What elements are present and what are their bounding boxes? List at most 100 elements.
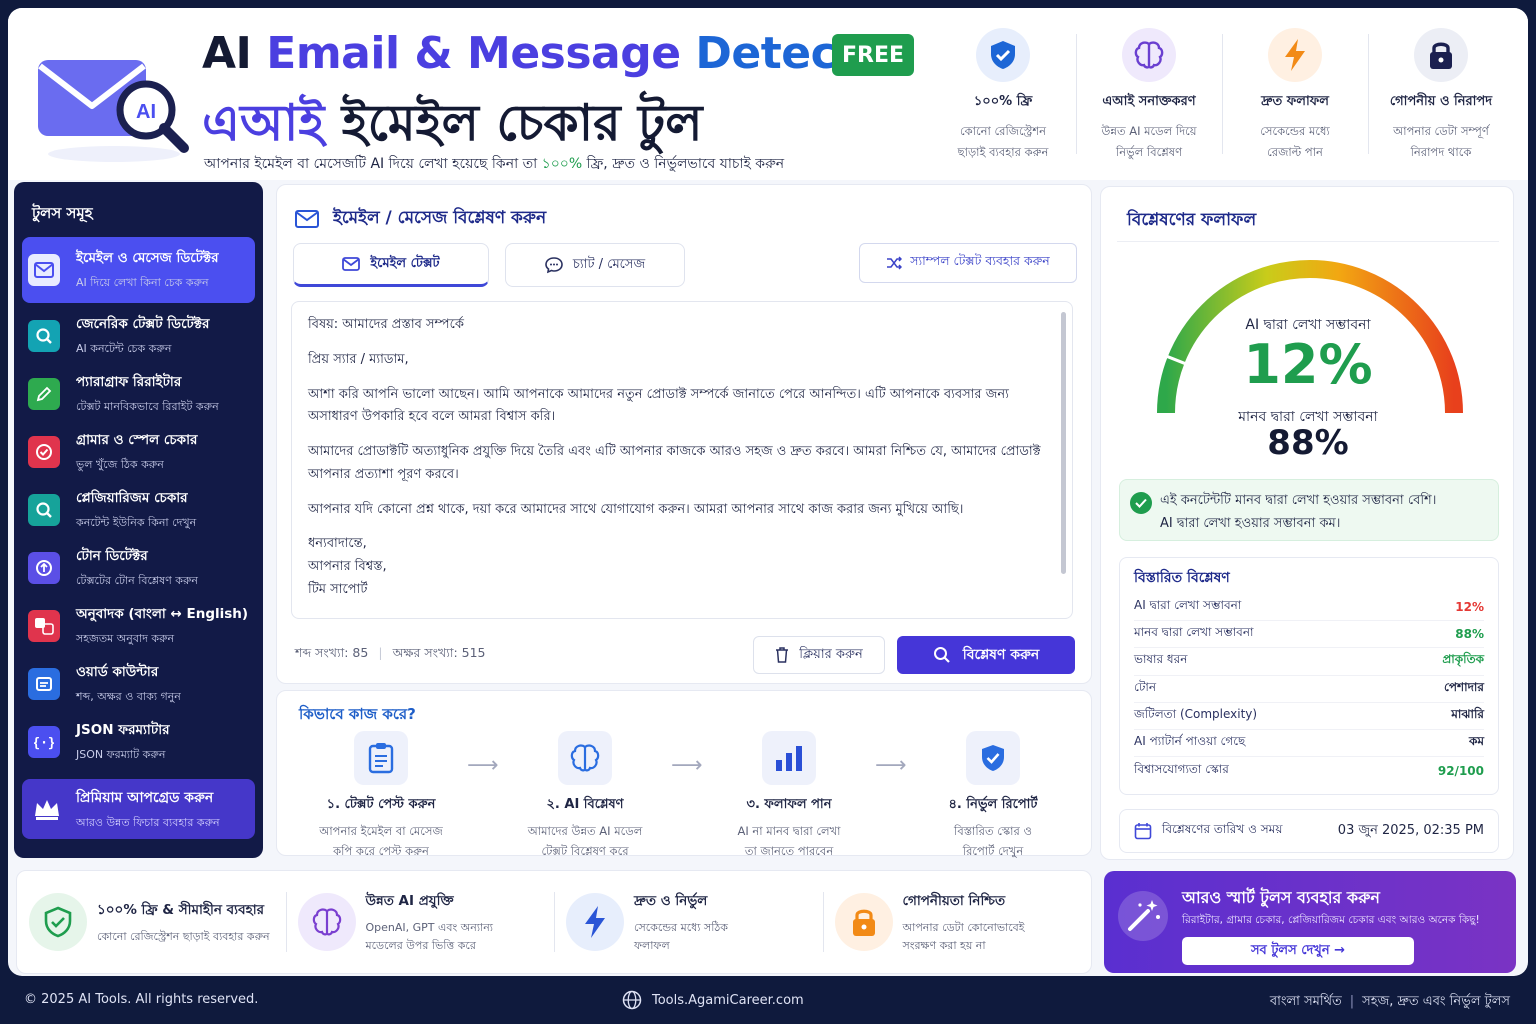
magnifier-icon [28, 494, 60, 526]
textarea-scrollbar[interactable] [1061, 312, 1066, 574]
arrow-right-icon: ⟶ [875, 753, 907, 778]
crown-icon [35, 800, 59, 820]
detail-row-label: ভাষার ধরন [1134, 652, 1188, 667]
search-icon [28, 320, 60, 352]
use-sample-text-button[interactable]: স্যাম্পল টেক্সট ব্যবহার করুন [859, 243, 1077, 283]
detail-row: AI দ্বারা লেখা সম্ভাবনা 12% [1134, 594, 1484, 622]
tab-email-text[interactable]: ইমেইল টেক্সট [293, 243, 489, 287]
tab-chat-message[interactable]: চ্যাট / মেসেজ [505, 243, 685, 287]
detail-row: জটিলতা (Complexity) মাঝারি [1134, 703, 1484, 730]
editor-heading: ইমেইল / মেসেজ বিশ্লেষণ করুন [295, 205, 546, 233]
sidebar-item-desc: কনটেন্ট ইউনিক কিনা দেখুন [76, 516, 197, 529]
arrow-right-icon: ⟶ [467, 753, 499, 778]
chat-bubble-icon [545, 257, 563, 274]
bottom-features: ১০০% ফ্রি & সীমাহীন ব্যবহার কোনো রেজিস্ট্… [16, 870, 1092, 974]
verdict-box: এই কনটেন্টটি মানব দ্বারা লেখা হওয়ার সম্… [1119, 479, 1499, 541]
detail-row: মানব দ্বারা লেখা সম্ভাবনা 88% [1134, 621, 1484, 649]
step-title: ২. AI বিশ্লেষণ [546, 797, 624, 812]
step-report: ৪. নির্ভুল রিপোর্ট বিস্তারিত স্কোর ও রিপো… [903, 731, 1083, 861]
bottom-feature-ai: উন্নত AI প্রযুক্তি OpenAI, GPT এবং অন্যান… [285, 882, 555, 962]
email-line: আপনার যদি কোনো প্রশ্ন থাকে, দয়া করে আমা… [308, 501, 964, 517]
step-desc: আপনার ইমেইল বা মেসেজ কপি করে পেস্ট করুন [319, 824, 443, 858]
how-title: কিভাবে কাজ করে? [299, 705, 416, 723]
tone-icon [28, 552, 60, 584]
footer-copyright: © 2025 AI Tools. All rights reserved. [24, 992, 259, 1007]
clear-btn-label: ক্লিয়ার করুন [799, 646, 863, 662]
lock-icon [834, 893, 893, 951]
sidebar-item-title: জেনেরিক টেক্সট ডিটেক্টর [76, 316, 210, 332]
sidebar-item-desc: JSON ফরম্যাট করুন [76, 748, 166, 761]
view-all-tools-button[interactable]: সব টুলস দেখুন → [1182, 937, 1414, 965]
feature-title: গোপনীয় ও নিরাপদ [1389, 94, 1493, 109]
email-line: প্রিয় স্যার / ম্যাডাম, [308, 351, 409, 367]
char-count: অক্ষর সংখ্যা: 515 [392, 645, 486, 660]
sidebar-item-desc: শব্দ, অক্ষর ও বাক্য গনুন [76, 690, 181, 703]
editor-panel: ইমেইল / মেসেজ বিশ্লেষণ করুন ইমেইল টেক্সট… [276, 184, 1092, 684]
bottom-feature-desc: আপনার ডেটা কোনোভাবেই সংরক্ষণ করা হয় না [902, 920, 1025, 952]
free-badge: FREE [832, 34, 914, 76]
results-panel: বিশ্লেষণের ফলাফল AI দ্বারা লেখা সম্ভাবনা… [1100, 186, 1514, 860]
svg-text:{·}: {·} [34, 736, 54, 751]
code-braces-icon: {·} [28, 726, 60, 758]
lock-icon [1414, 28, 1468, 82]
lightning-icon [566, 893, 624, 951]
results-divider [1117, 241, 1499, 242]
detail-row-label: বিশ্বাসযোগ্যতা স্কোর [1134, 761, 1229, 776]
shield-check-icon [966, 731, 1020, 785]
feature-desc: আপনার ডেটা সম্পূর্ণ নিরাপদ থাকে [1393, 124, 1489, 159]
sidebar: টুলস সমূহ ইমেইল ও মেসেজ ডিটেক্টর AI দিয়ে… [14, 182, 263, 858]
analyze-button[interactable]: বিশ্লেষণ করুন [897, 636, 1075, 674]
footer-site[interactable]: Tools.AgamiCareer.com [622, 990, 804, 1010]
sidebar-item-tone[interactable]: টোন ডিটেক্টর টেক্সটের টোন বিশ্লেষণ করুন [22, 539, 255, 597]
detail-row-value: মাঝারি [1451, 706, 1484, 721]
bottom-feature-privacy: গোপনীয়তা নিশ্চিত আপনার ডেটা কোনোভাবেই সংর… [822, 882, 1092, 962]
detail-row-value: 92/100 [1437, 763, 1484, 778]
step-title: ১. টেক্সট পেস্ট করুন [326, 797, 436, 812]
ai-probability-value: 12% [1243, 333, 1373, 396]
email-line: আমাদের প্রোডাক্টটি অত্যাধুনিক প্রযুক্তি … [308, 444, 1041, 482]
bottom-feature-title: উন্নত AI প্রযুক্তি [365, 892, 454, 909]
bottom-feature-desc: OpenAI, GPT এবং অন্যান্য মডেলের উপর ভিত্ত… [365, 920, 493, 952]
title-word-email: Email & Message [266, 28, 681, 79]
bar-chart-icon [762, 731, 816, 785]
sidebar-item-rewriter[interactable]: প্যারাগ্রাফ রিরাইটার টেক্সট মানবিকভাবে রি… [22, 365, 255, 423]
sidebar-item-plagiarism[interactable]: প্লেজিয়ারিজম চেকার কনটেন্ট ইউনিক কিনা দে… [22, 481, 255, 539]
clear-button[interactable]: ক্লিয়ার করুন [753, 636, 885, 674]
detail-title: বিস্তারিত বিশ্লেষণ [1134, 570, 1230, 586]
title-word-ai: AI [202, 28, 252, 79]
check-circle-icon [1130, 492, 1152, 514]
brain-icon [558, 731, 612, 785]
email-text-area[interactable]: বিষয়: আমাদের প্রস্তাব সম্পর্কে প্রিয় স… [291, 301, 1073, 619]
subtitle-percent: ১০০% [541, 156, 583, 172]
sidebar-item-desc: টেক্সট মানবিকভাবে রিরাইট করুন [76, 400, 219, 413]
subtitle-part-a: আপনার ইমেইল বা মেসেজটি AI দিয়ে লেখা হয়… [204, 156, 538, 172]
email-search-logo-icon: AI [38, 60, 189, 162]
word-count: শব্দ সংখ্যা: 85 [295, 645, 369, 660]
premium-upgrade-button[interactable]: প্রিমিয়াম আপগ্রেড করুন আরও উন্নত ফিচার ব… [22, 779, 255, 839]
sidebar-item-title: প্যারাগ্রাফ রিরাইটার [76, 374, 182, 390]
header-features: ১০০% ফ্রি কোনো রেজিস্ট্রেশন ছাড়াই ব্যবহা… [930, 22, 1514, 162]
sidebar-item-word-counter[interactable]: ওয়ার্ড কাউন্টার শব্দ, অক্ষর ও বাক্য গনুন [22, 655, 255, 713]
footer-site-link[interactable]: Tools.AgamiCareer.com [652, 993, 804, 1008]
detail-row: AI প্যাটার্ন পাওয়া গেছে কম [1134, 730, 1484, 758]
editor-heading-text: ইমেইল / মেসেজ বিশ্লেষণ করুন [333, 208, 547, 228]
bottom-feature-desc: সেকেন্ডের মধ্যে সঠিক ফলাফল [634, 920, 728, 952]
arrow-right-icon: ⟶ [671, 753, 703, 778]
brain-icon [297, 893, 356, 951]
detail-row-label: AI দ্বারা লেখা সম্ভাবনা [1134, 598, 1242, 613]
sidebar-item-grammar[interactable]: গ্রামার ও স্পেল চেকার ভুল খুঁজে ঠিক করুন [22, 423, 255, 481]
step-paste: ১. টেক্সট পেস্ট করুন আপনার ইমেইল বা মেসে… [291, 731, 471, 861]
sidebar-item-title: গ্রামার ও স্পেল চেকার [76, 432, 198, 448]
sidebar-item-email-detector[interactable]: ইমেইল ও মেসেজ ডিটেক্টর AI দিয়ে লেখা কিনা… [22, 237, 255, 303]
text-counts: শব্দ সংখ্যা: 85 | অক্ষর সংখ্যা: 515 [295, 645, 486, 660]
sidebar-item-generic-detector[interactable]: জেনেরিক টেক্সট ডিটেক্টর AI কনটেন্ট চেক কর… [22, 307, 255, 365]
tab-label: ইমেইল টেক্সট [370, 255, 440, 271]
how-it-works: কিভাবে কাজ করে? ১. টেক্সট পেস্ট করুন আপন… [276, 690, 1092, 858]
feature-desc: উন্নত AI মডেল দিয়ে নির্ভুল বিশ্লেষণ [1101, 124, 1197, 159]
brain-icon [1122, 28, 1176, 82]
sidebar-item-translator[interactable]: অনুবাদক (বাংলা ↔ English) সহজতম অনুবাদ কর… [22, 597, 255, 655]
detail-row-value: পেশাদার [1444, 679, 1484, 694]
sidebar-item-json[interactable]: {·} JSON ফরম্যাটার JSON ফরম্যাট করুন [22, 713, 255, 771]
bottom-feature-title: গোপনীয়তা নিশ্চিত [902, 892, 1006, 909]
page-subtitle: আপনার ইমেইল বা মেসেজটি AI দিয়ে লেখা হয়… [204, 152, 784, 176]
